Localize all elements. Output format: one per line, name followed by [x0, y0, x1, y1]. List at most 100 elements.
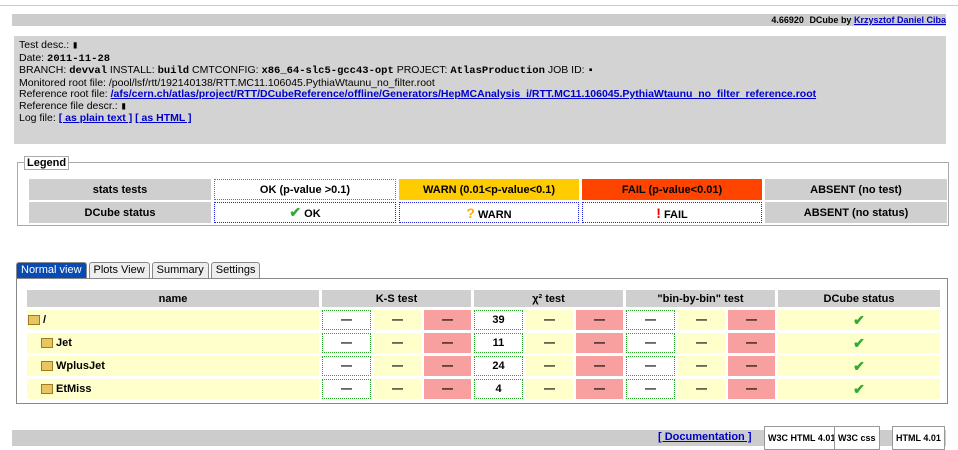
log-plain-link[interactable]: [ as plain text ]	[59, 112, 133, 124]
reference-label: Reference root file:	[19, 88, 108, 100]
chi2-ok: 11	[474, 333, 523, 353]
tab-normal-view[interactable]: Normal view	[16, 262, 87, 278]
chi2-warn: —	[526, 333, 573, 353]
author-link[interactable]: Krzysztof Daniel Ciba	[854, 15, 946, 25]
ref-desc-label: Reference file descr.:	[19, 99, 118, 112]
bbb-fail: —	[728, 310, 775, 330]
ks-warn: —	[374, 379, 421, 399]
bbb-warn: —	[678, 310, 725, 330]
footer-bar: [ Documentation ] W3C HTML 4.01 W3C css …	[12, 426, 946, 450]
status-warn-label: WARN	[478, 208, 512, 221]
folder-icon	[41, 384, 53, 395]
row-name-text: /	[43, 314, 47, 326]
row-name[interactable]: Jet	[27, 333, 319, 353]
chi2-warn: —	[526, 379, 573, 399]
project-value: AtlasProduction	[450, 65, 545, 77]
legend-warn: WARN (0.01<p-value<0.1)	[399, 179, 579, 200]
install-value: build	[157, 65, 190, 77]
w3c-css-badge[interactable]: W3C css	[834, 426, 880, 450]
ks-fail: —	[424, 379, 471, 399]
test-desc-label: Test desc.:	[19, 39, 70, 51]
dcube-status: ✔	[778, 356, 940, 376]
row-name-text: WplusJet	[56, 360, 105, 372]
cmtconfig-label: CMTCONFIG:	[192, 64, 259, 76]
tab-plots-view[interactable]: Plots View	[88, 262, 150, 278]
log-label: Log file:	[19, 112, 56, 124]
col-name: name	[27, 290, 319, 307]
bbb-fail: —	[728, 333, 775, 353]
legend-status-absent: ABSENT (no status)	[765, 202, 947, 223]
date-value: 2011-11-28	[47, 52, 111, 65]
branch-label: BRANCH:	[19, 64, 67, 76]
ks-fail: —	[424, 356, 471, 376]
bbb-ok: —	[626, 310, 675, 330]
exclamation-icon: !	[656, 204, 661, 221]
ks-warn: —	[374, 310, 421, 330]
legend-stats-label: stats tests	[29, 179, 211, 200]
check-icon: ✔	[289, 204, 302, 220]
table-row[interactable]: EtMiss — — — 4 — — — — — ✔	[27, 379, 940, 399]
reference-link[interactable]: /afs/cern.ch/atlas/project/RTT/DCubeRefe…	[111, 88, 816, 100]
jobid-label: JOB ID:	[547, 64, 585, 76]
header-bar: 4.66920 DCube by Krzysztof Daniel Ciba	[12, 14, 946, 26]
results-table: name K-S test χ² test "bin-by-bin" test …	[24, 287, 943, 402]
folder-icon	[41, 338, 53, 349]
tab-summary[interactable]: Summary	[151, 262, 209, 278]
documentation-link[interactable]: [ Documentation ]	[658, 431, 752, 443]
ks-ok: —	[322, 310, 371, 330]
legend-status-fail: ! FAIL	[582, 202, 762, 223]
ref-desc-value: ▮	[120, 100, 127, 113]
bbb-ok: —	[626, 356, 675, 376]
dcube-status: ✔	[778, 379, 940, 399]
monitored-value: /pool/lsf/rtt/192140138/RTT.MC11.106045.…	[108, 76, 435, 89]
check-icon: ✔	[853, 311, 865, 328]
check-icon: ✔	[853, 357, 865, 374]
row-name[interactable]: EtMiss	[27, 379, 319, 399]
bbb-fail: —	[728, 356, 775, 376]
status-ok-label: OK	[304, 208, 321, 220]
legend-title: Legend	[24, 156, 70, 170]
check-icon: ✔	[853, 334, 865, 351]
test-info-panel: Test desc.: ▮ Date: 2011-11-28 BRANCH: d…	[14, 36, 946, 144]
chi2-ok: 39	[474, 310, 523, 330]
question-icon: ?	[466, 204, 475, 221]
chi2-fail: —	[576, 379, 623, 399]
monitored-label: Monitored root file:	[19, 76, 106, 89]
row-name[interactable]: /	[27, 310, 319, 330]
col-chi2: χ² test	[474, 290, 623, 307]
table-row[interactable]: WplusJet — — — 24 — — — — — ✔	[27, 356, 940, 376]
date-label: Date:	[19, 51, 45, 64]
ks-warn: —	[374, 356, 421, 376]
col-ks: K-S test	[322, 290, 471, 307]
table-row[interactable]: Jet — — — 11 — — — — — ✔	[27, 333, 940, 353]
ks-ok: —	[322, 379, 371, 399]
ks-warn: —	[374, 333, 421, 353]
check-icon: ✔	[853, 380, 865, 397]
dcube-by: DCube by	[809, 15, 852, 25]
legend-table: stats tests OK (p-value >0.1) WARN (0.01…	[26, 177, 950, 225]
chi2-ok: 24	[474, 356, 523, 376]
chi2-ok: 4	[474, 379, 523, 399]
legend-status-label: DCube status	[29, 202, 211, 223]
ks-ok: —	[322, 356, 371, 376]
legend-status-warn: ? WARN	[399, 202, 579, 223]
jobid-value: ▪	[587, 65, 594, 77]
bbb-warn: —	[678, 379, 725, 399]
col-status: DCube status	[778, 290, 940, 307]
project-label: PROJECT:	[396, 64, 448, 76]
tab-settings[interactable]: Settings	[210, 262, 261, 278]
row-name[interactable]: WplusJet	[27, 356, 319, 376]
version: 4.66920	[771, 15, 804, 25]
row-name-text: Jet	[56, 337, 72, 349]
chi2-fail: —	[576, 310, 623, 330]
ks-fail: —	[424, 333, 471, 353]
install-label: INSTALL:	[109, 64, 155, 76]
log-html-link[interactable]: [ as HTML ]	[135, 112, 191, 124]
branch-value: devval	[69, 65, 107, 77]
bbb-fail: —	[728, 379, 775, 399]
chi2-fail: —	[576, 356, 623, 376]
w3c-html-badge[interactable]: W3C HTML 4.01	[764, 426, 840, 450]
table-row[interactable]: / — — — 39 — — — — — ✔	[27, 310, 940, 330]
html-valid-badge[interactable]: HTML 4.01	[892, 426, 945, 450]
chi2-warn: —	[526, 356, 573, 376]
